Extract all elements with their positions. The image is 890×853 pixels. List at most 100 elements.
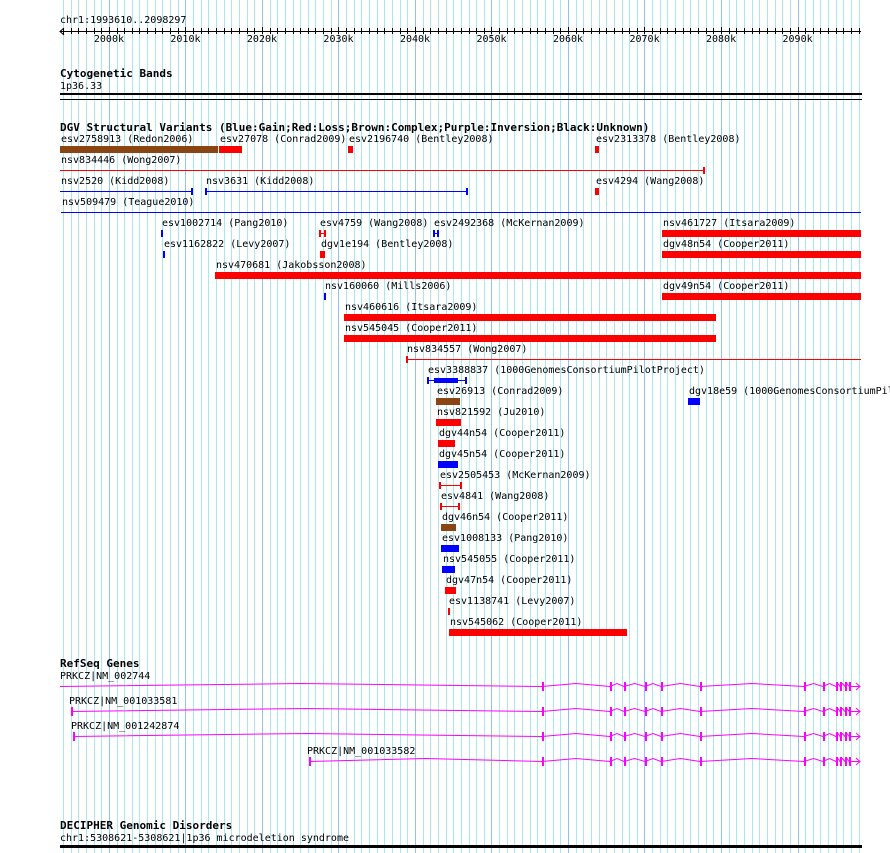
sv-feature-label[interactable]: dgv46n54 (Cooper2011) bbox=[442, 512, 568, 523]
cytoband-bar[interactable] bbox=[60, 93, 862, 95]
sv-feature-label[interactable]: nsv834446 (Wong2007) bbox=[61, 155, 181, 166]
sv-feature-end-cap[interactable] bbox=[458, 503, 460, 510]
cytoband-track-title[interactable]: Cytogenetic Bands bbox=[60, 68, 173, 80]
sv-feature-label[interactable]: esv26913 (Conrad2009) bbox=[437, 386, 563, 397]
sv-feature-start-cap[interactable] bbox=[439, 482, 441, 489]
exon-mark bbox=[645, 757, 647, 766]
sv-feature-line[interactable] bbox=[205, 191, 468, 192]
transcript-label[interactable]: PRKCZ|NM_001033582 bbox=[307, 746, 415, 757]
transcript-intron-line bbox=[70, 707, 850, 713]
sv-feature-label[interactable]: nsv461727 (Itsara2009) bbox=[663, 218, 795, 229]
sv-feature-label[interactable]: esv1002714 (Pang2010) bbox=[162, 218, 288, 229]
sv-feature-bar[interactable] bbox=[436, 398, 460, 405]
sv-feature-label[interactable]: nsv545045 (Cooper2011) bbox=[345, 323, 477, 334]
sv-feature-line[interactable] bbox=[60, 191, 193, 192]
sv-feature-label[interactable]: nsv470681 (Jakobsson2008) bbox=[216, 260, 367, 271]
sv-feature-bar[interactable] bbox=[344, 335, 716, 342]
sv-feature-label[interactable]: esv4759 (Wang2008) bbox=[320, 218, 428, 229]
sv-feature-line[interactable] bbox=[60, 170, 705, 171]
sv-feature-bar[interactable] bbox=[449, 629, 627, 636]
dgv-track-title[interactable]: DGV Structural Variants (Blue:Gain;Red:L… bbox=[60, 122, 649, 134]
sv-feature-label[interactable]: esv2492368 (McKernan2009) bbox=[434, 218, 585, 229]
sv-feature-start-cap[interactable] bbox=[440, 503, 442, 510]
sv-feature-bar[interactable] bbox=[438, 440, 455, 447]
sv-feature-label[interactable]: esv2313378 (Bentley2008) bbox=[596, 134, 741, 145]
sv-feature-end-cap[interactable] bbox=[460, 482, 462, 489]
sv-feature-label[interactable]: dgv44n54 (Cooper2011) bbox=[439, 428, 565, 439]
sv-feature-bar[interactable] bbox=[595, 188, 599, 195]
exon-mark bbox=[700, 682, 702, 691]
sv-feature-bar[interactable] bbox=[441, 524, 456, 531]
sv-feature-bar[interactable] bbox=[60, 146, 218, 153]
sv-feature-bar[interactable] bbox=[688, 398, 700, 405]
sv-feature-end-cap[interactable] bbox=[324, 230, 326, 237]
sv-feature-label[interactable]: nsv545055 (Cooper2011) bbox=[443, 554, 575, 565]
sv-feature-label[interactable]: esv3388837 (1000GenomesConsortiumPilotPr… bbox=[428, 365, 705, 376]
sv-feature-label[interactable]: esv1138741 (Levy2007) bbox=[449, 596, 575, 607]
sv-feature-bar[interactable] bbox=[320, 251, 325, 258]
sv-feature-label[interactable]: esv2196740 (Bentley2008) bbox=[349, 134, 494, 145]
sv-feature-label[interactable]: nsv160060 (Mills2006) bbox=[325, 281, 451, 292]
sv-feature-label[interactable]: esv1162822 (Levy2007) bbox=[164, 239, 290, 250]
sv-feature-end-cap[interactable] bbox=[465, 377, 467, 384]
sv-feature-label[interactable]: esv2758913 (Redon2006) bbox=[61, 134, 193, 145]
sv-feature-end-cap[interactable] bbox=[703, 167, 705, 174]
sv-feature-end-cap[interactable] bbox=[466, 188, 468, 195]
sv-feature-label[interactable]: esv4294 (Wang2008) bbox=[596, 176, 704, 187]
transcript-label[interactable]: PRKCZ|NM_002744 bbox=[60, 671, 150, 682]
sv-feature-thick-part[interactable] bbox=[434, 378, 458, 383]
sv-feature-line[interactable] bbox=[440, 506, 460, 507]
sv-feature-label[interactable]: dgv1e194 (Bentley2008) bbox=[321, 239, 453, 250]
sv-feature-bar[interactable] bbox=[441, 545, 459, 552]
sv-feature-bar[interactable] bbox=[442, 566, 455, 573]
decipher-feature-label: chr1:5308621-5308621|1p36 microdeletion … bbox=[60, 833, 349, 844]
sv-feature-bar[interactable] bbox=[662, 293, 861, 300]
sv-feature-label[interactable]: dgv48n54 (Cooper2011) bbox=[663, 239, 789, 250]
sv-feature-bar[interactable] bbox=[445, 587, 456, 594]
refseq-track-title[interactable]: RefSeq Genes bbox=[60, 658, 139, 670]
sv-feature-start-cap[interactable] bbox=[319, 230, 321, 237]
sv-feature-label[interactable]: nsv545062 (Cooper2011) bbox=[450, 617, 582, 628]
sv-feature-bar[interactable] bbox=[215, 272, 861, 279]
sv-feature-label[interactable]: dgv49n54 (Cooper2011) bbox=[663, 281, 789, 292]
sv-feature-bar[interactable] bbox=[662, 230, 861, 237]
sv-feature-label[interactable]: nsv509479 (Teague2010) bbox=[62, 197, 194, 208]
sv-feature-label[interactable]: esv27078 (Conrad2009) bbox=[220, 134, 346, 145]
sv-feature-bar[interactable] bbox=[163, 251, 165, 258]
sv-feature-label[interactable]: nsv3631 (Kidd2008) bbox=[206, 176, 314, 187]
decipher-feature-bar[interactable] bbox=[60, 845, 862, 848]
sv-feature-bar[interactable] bbox=[344, 314, 716, 321]
sv-feature-bar[interactable] bbox=[161, 230, 163, 237]
sv-feature-start-cap[interactable] bbox=[406, 356, 408, 363]
sv-feature-line[interactable] bbox=[439, 485, 462, 486]
sv-feature-label[interactable]: dgv47n54 (Cooper2011) bbox=[446, 575, 572, 586]
sv-feature-end-cap[interactable] bbox=[437, 230, 439, 237]
sv-feature-label[interactable]: nsv2520 (Kidd2008) bbox=[61, 176, 169, 187]
sv-feature-end-cap[interactable] bbox=[191, 188, 193, 195]
sv-feature-label[interactable]: esv2505453 (McKernan2009) bbox=[440, 470, 591, 481]
sv-feature-line[interactable] bbox=[406, 359, 861, 360]
sv-feature-label[interactable]: nsv821592 (Ju2010) bbox=[437, 407, 545, 418]
sv-feature-bar[interactable] bbox=[438, 461, 458, 468]
transcript-label[interactable]: PRKCZ|NM_001033581 bbox=[69, 696, 177, 707]
sv-feature-bar[interactable] bbox=[662, 251, 861, 258]
sv-feature-label[interactable]: dgv18e59 (1000GenomesConsortiumPilotProj… bbox=[689, 386, 890, 397]
transcript-label[interactable]: PRKCZ|NM_001242874 bbox=[71, 721, 179, 732]
sv-feature-label[interactable]: nsv460616 (Itsara2009) bbox=[345, 302, 477, 313]
sv-feature-bar[interactable] bbox=[595, 146, 599, 153]
sv-feature-line[interactable] bbox=[61, 212, 861, 213]
sv-feature-start-cap[interactable] bbox=[427, 377, 429, 384]
sv-feature-bar[interactable] bbox=[448, 608, 450, 615]
sv-feature-bar[interactable] bbox=[219, 146, 242, 153]
exon-mark bbox=[840, 732, 842, 741]
sv-feature-start-cap[interactable] bbox=[205, 188, 207, 195]
sv-feature-label[interactable]: esv1008133 (Pang2010) bbox=[442, 533, 568, 544]
sv-feature-label[interactable]: dgv45n54 (Cooper2011) bbox=[439, 449, 565, 460]
sv-feature-start-cap[interactable] bbox=[433, 230, 435, 237]
sv-feature-bar[interactable] bbox=[436, 419, 461, 426]
sv-feature-bar[interactable] bbox=[348, 146, 353, 153]
sv-feature-bar[interactable] bbox=[324, 293, 326, 300]
sv-feature-label[interactable]: esv4841 (Wang2008) bbox=[441, 491, 549, 502]
decipher-track-title[interactable]: DECIPHER Genomic Disorders bbox=[60, 820, 232, 832]
sv-feature-label[interactable]: nsv834557 (Wong2007) bbox=[407, 344, 527, 355]
